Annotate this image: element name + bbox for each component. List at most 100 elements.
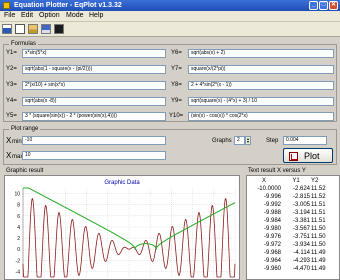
cell-x: -9.996 [263, 194, 281, 200]
cell-y2: 11.50 [311, 242, 326, 248]
formula-input-y8[interactable]: 2 + 4*sin(2*(x - 1)) [188, 81, 334, 90]
formula-label-y8: Y8= [171, 82, 182, 88]
menu-option[interactable]: Option [39, 12, 60, 20]
header-y2: Y2 [311, 178, 319, 184]
cell-x: -9.984 [263, 218, 281, 224]
y-tick-label: 0 [17, 247, 20, 253]
formula-label-y9: Y9= [171, 98, 182, 104]
cell-x: -9.964 [263, 258, 281, 264]
header-y1: Y1 [292, 178, 300, 184]
table-row: -9.960 -4.470 11.49 [247, 265, 339, 273]
plot-icon [289, 152, 298, 161]
formula-input-y3[interactable]: 2*(x/10) + sin(x*x) [22, 81, 166, 90]
formula-label-y2: Y2= [6, 66, 17, 72]
y-tick-label: -2 [16, 258, 21, 264]
graphic-result-label: Graphic result [6, 168, 44, 174]
folder-icon[interactable] [28, 24, 38, 34]
cell-y1: -4.470 [292, 266, 310, 272]
formula-label-y3: Y3= [6, 82, 17, 88]
cell-y1: -3.751 [292, 234, 310, 240]
y-tick-label: 2 [17, 236, 20, 242]
print-icon[interactable] [54, 24, 64, 34]
cell-y2: 11.51 [311, 202, 326, 208]
cell-y1: -2.815 [292, 194, 310, 200]
table-row: -9.980 -3.567 11.50 [247, 225, 339, 233]
cell-y2: 11.49 [311, 250, 326, 256]
formula-label-y10: Y10= [169, 113, 184, 119]
save-icon[interactable] [41, 24, 51, 34]
formula-input-y1[interactable]: x*sin(5*x) [22, 49, 166, 58]
menu-edit[interactable]: Edit [21, 12, 33, 20]
table-row: -9.984 -3.381 11.51 [247, 217, 339, 225]
app-icon [3, 2, 10, 9]
table-row: -10.0000 -2.624 11.52 [247, 185, 339, 193]
toolbar [0, 22, 340, 37]
table-row: -9.972 -3.934 11.50 [247, 241, 339, 249]
xmin-input[interactable]: -10 [22, 136, 166, 145]
y-tick-label: -4 [16, 269, 21, 275]
y-tick-label: 4 [17, 225, 20, 231]
minimize-button[interactable]: _ [309, 1, 318, 10]
step-label: Step [266, 138, 279, 144]
new-icon[interactable] [2, 24, 12, 34]
cell-y1: -3.005 [292, 202, 310, 208]
window-title: Equation Plotter - EqPlot v1.3.32 [14, 2, 122, 9]
plot-button[interactable]: Plot [283, 148, 333, 163]
table-row: -9.988 -3.194 11.51 [247, 209, 339, 217]
text-result-table: X Y1 Y2 -10.0000 -2.624 11.52 -9.996 -2.… [246, 175, 340, 280]
cell-y2: 11.51 [311, 218, 326, 224]
formula-input-y7[interactable]: square(x/(2*pi)) [188, 65, 334, 74]
menu-help[interactable]: Help [89, 12, 103, 20]
xmax-input[interactable]: 10 [22, 151, 166, 160]
cell-y2: 11.50 [311, 226, 326, 232]
table-row: -9.996 -2.815 11.52 [247, 193, 339, 201]
table-header: X Y1 Y2 [247, 177, 339, 185]
cell-y2: 11.50 [311, 234, 326, 240]
formula-input-y10[interactable]: (sin(x) - cos(x)) * cos(2*x) [188, 112, 334, 121]
cell-x: -9.972 [263, 242, 281, 248]
y-tick-label: 10 [14, 192, 20, 198]
table-row: -9.964 -4.293 11.49 [247, 257, 339, 265]
graphs-label: Graphs [212, 138, 232, 144]
cell-y2: 11.52 [311, 194, 326, 200]
formula-input-y4[interactable]: sqrt(abs(x -8)) [22, 97, 166, 106]
menu-file[interactable]: File [4, 12, 15, 20]
graph-panel: Graphic Data 10 8 6 4 2 0 -2 -4 [4, 175, 240, 280]
step-input[interactable]: 0.004 [283, 136, 327, 145]
graph-title: Graphic Data [104, 180, 140, 186]
cell-y1: -3.934 [292, 242, 310, 248]
cell-x: -9.992 [263, 202, 281, 208]
open-icon[interactable] [15, 24, 25, 34]
cell-y2: 11.52 [311, 186, 326, 192]
cell-x: -9.968 [263, 250, 281, 256]
maximize-button[interactable]: □ [319, 1, 328, 10]
formulas-group-label: Formulas [9, 40, 39, 48]
cell-y1: -4.293 [292, 258, 310, 264]
cell-x: -9.960 [263, 266, 281, 272]
formula-label-y7: Y7= [171, 66, 182, 72]
x-letter-max: X [6, 151, 12, 160]
plot-range-group-label: Plot range [9, 125, 41, 133]
cell-y1: -3.194 [292, 210, 310, 216]
formula-input-y9[interactable]: sqrt(square(x) - (4*x) + 3) / 10 [188, 97, 334, 106]
cell-y1: -4.114 [293, 250, 310, 256]
formula-input-y6[interactable]: sqrt(abs(x) + 2) [188, 49, 334, 58]
graphs-count-input[interactable]: 2 [234, 136, 245, 145]
cell-y1: -3.567 [292, 226, 310, 232]
close-button[interactable]: ✕ [329, 1, 338, 10]
formula-input-y2[interactable]: sqrt(abs(1 - square(x - (pi/2)))) [22, 65, 166, 74]
menu-mode[interactable]: Mode [66, 12, 84, 20]
formula-label-y5: Y5= [6, 113, 17, 119]
xmin-label: min [12, 139, 22, 145]
cell-x: -9.988 [263, 210, 281, 216]
formula-label-y4: Y4= [6, 98, 17, 104]
graphs-spinner[interactable] [245, 136, 251, 145]
cell-y2: 11.51 [311, 210, 326, 216]
graph-canvas: Graphic Data 10 8 6 4 2 0 -2 -4 [14, 180, 236, 278]
cell-x: -9.976 [263, 234, 281, 240]
title-bar: Equation Plotter - EqPlot v1.3.32 _ □ ✕ [0, 0, 340, 11]
table-row: -9.992 -3.005 11.51 [247, 201, 339, 209]
cell-y2: 11.49 [311, 258, 326, 264]
formula-input-y5[interactable]: 3 * (square(sin(x)) - 2 * (power(sin(x),… [22, 112, 166, 121]
formula-label-y1: Y1= [6, 50, 17, 56]
